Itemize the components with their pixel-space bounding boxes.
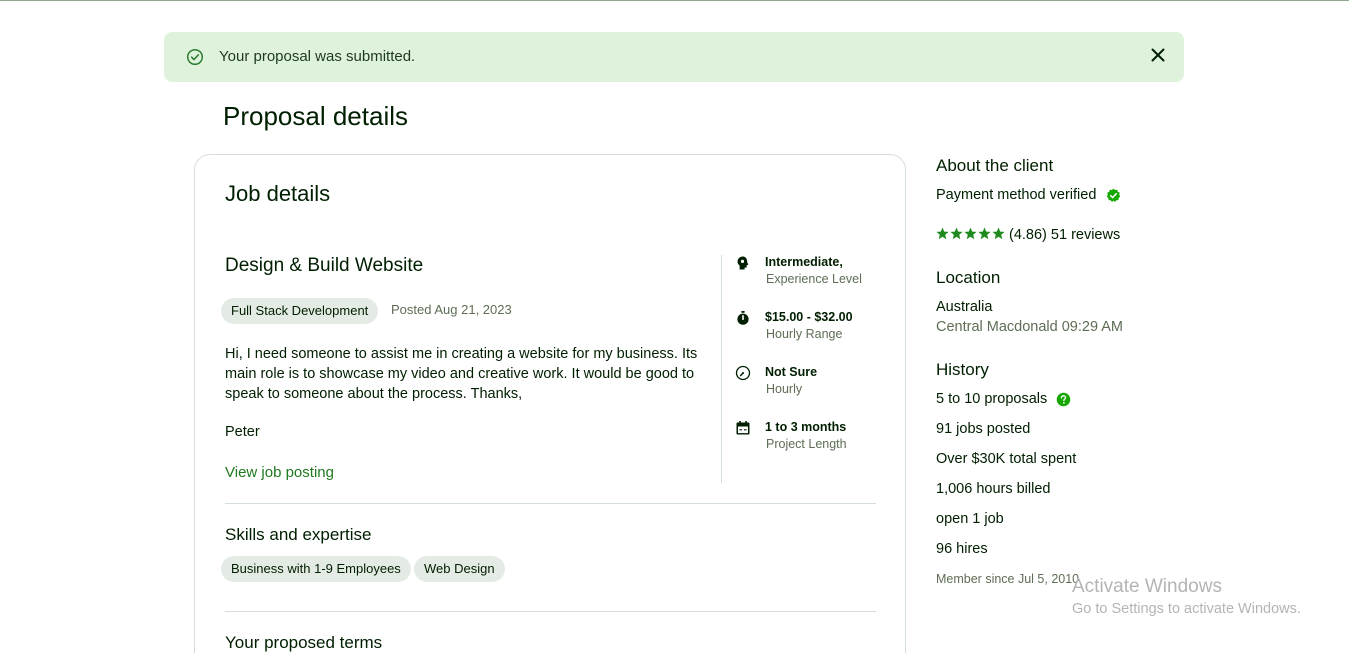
verified-badge-icon — [1106, 188, 1121, 202]
meta-value: Not Sure — [765, 365, 818, 379]
client-city-time: Central Macdonald 09:29 AM — [936, 319, 1123, 335]
history-proposals: 5 to 10 proposals — [936, 391, 1048, 407]
brain-icon — [737, 256, 749, 270]
page-title: Proposal details — [223, 101, 408, 131]
section-divider — [225, 503, 876, 504]
history-jobs-posted: 91 jobs posted — [936, 421, 1031, 437]
job-title: Design & Build Website — [225, 255, 424, 276]
star-icon — [992, 227, 1005, 240]
history-title: History — [936, 360, 989, 379]
star-icon — [964, 227, 977, 240]
proposed-terms-title: Your proposed terms — [225, 633, 383, 652]
activate-windows-title: Activate Windows — [1072, 576, 1222, 597]
help-icon[interactable] — [1056, 392, 1071, 407]
history-hours-billed: 1,006 hours billed — [936, 481, 1051, 497]
payment-verified: Payment method verified — [936, 187, 1097, 203]
star-icon — [950, 227, 963, 240]
meta-value: 1 to 3 months — [765, 420, 847, 434]
client-country: Australia — [936, 299, 993, 315]
job-details-card: Job details Design & Build Website Full … — [194, 154, 906, 653]
card-title: Job details — [225, 181, 331, 206]
vertical-divider — [721, 255, 722, 483]
location-title: Location — [936, 268, 1001, 287]
rating-stars — [936, 227, 1005, 240]
top-border — [0, 0, 1349, 1]
meta-label: Hourly Range — [766, 327, 843, 341]
view-job-posting-link[interactable]: View job posting — [225, 464, 334, 481]
skill-chip[interactable]: Business with 1-9 Employees — [221, 556, 411, 582]
star-icon — [936, 227, 949, 240]
client-rating: (4.86) 51 reviews — [1009, 227, 1121, 243]
stopwatch-icon — [737, 311, 749, 325]
section-divider — [225, 611, 876, 612]
clock-icon — [735, 365, 751, 381]
job-description: Hi, I need someone to assist me in creat… — [225, 346, 698, 402]
history-hires: 96 hires — [936, 541, 988, 557]
meta-label: Hourly — [766, 382, 803, 396]
calendar-icon — [736, 421, 750, 435]
banner-message: Your proposal was submitted. — [219, 48, 416, 65]
member-since: Member since Jul 5, 2010 — [936, 572, 1080, 586]
meta-label: Project Length — [766, 437, 847, 451]
posted-date: Posted Aug 21, 2023 — [391, 302, 512, 317]
success-banner: Your proposal was submitted. — [164, 32, 1184, 82]
star-icon — [978, 227, 991, 240]
activate-windows-subtitle: Go to Settings to activate Windows. — [1072, 601, 1301, 617]
close-icon[interactable] — [1149, 46, 1167, 64]
job-signature: Peter — [225, 424, 260, 440]
meta-label: Experience Level — [766, 272, 862, 286]
skills-title: Skills and expertise — [225, 525, 372, 544]
skill-chip[interactable]: Web Design — [414, 556, 505, 582]
history-open-jobs: open 1 job — [936, 511, 1004, 527]
category-chip[interactable]: Full Stack Development — [221, 298, 379, 324]
history-total-spent: Over $30K total spent — [936, 451, 1077, 467]
about-client-title: About the client — [936, 156, 1054, 175]
meta-value: Intermediate, — [765, 255, 843, 269]
meta-value: $15.00 - $32.00 — [765, 310, 853, 324]
check-circle-icon — [186, 48, 204, 66]
